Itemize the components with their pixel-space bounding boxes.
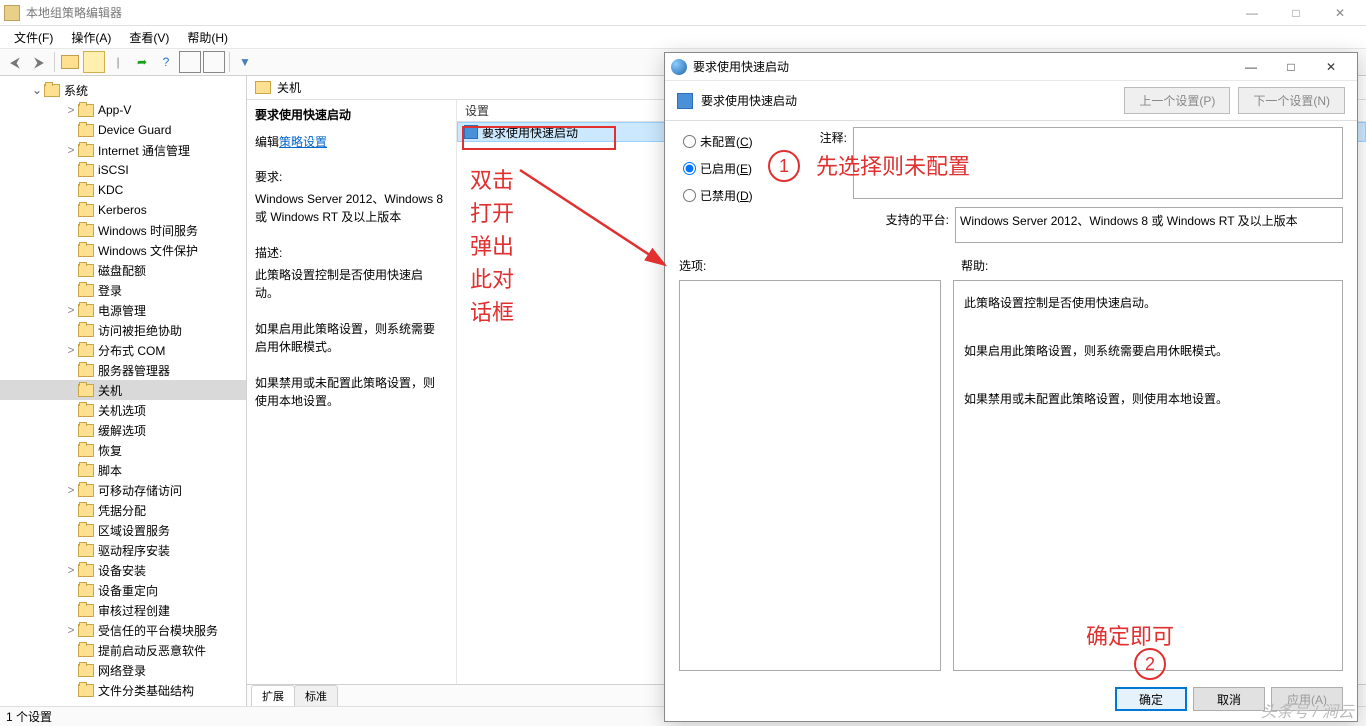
tree-item[interactable]: Kerberos <box>0 200 246 220</box>
description-column: 要求使用快速启动 编辑策略设置 要求: Windows Server 2012、… <box>247 100 457 684</box>
tree-item[interactable]: iSCSI <box>0 160 246 180</box>
tree-list[interactable]: ⌄系统>App-VDevice Guard>Internet 通信管理iSCSI… <box>0 76 246 706</box>
dialog-maximize[interactable]: □ <box>1271 54 1311 80</box>
tree-item[interactable]: 区域设置服务 <box>0 520 246 540</box>
radio-disabled[interactable]: 已禁用(D) <box>683 187 779 204</box>
radio-enabled[interactable]: 已启用(E) <box>683 160 779 177</box>
edit-line: 编辑策略设置 <box>255 133 446 150</box>
tree-item[interactable]: 提前启动反恶意软件 <box>0 640 246 660</box>
dialog-close[interactable]: ✕ <box>1311 54 1351 80</box>
policy-icon <box>464 125 478 139</box>
tree-item[interactable]: 凭据分配 <box>0 500 246 520</box>
tree-item[interactable]: Windows 时间服务 <box>0 220 246 240</box>
tree-item[interactable]: 关机选项 <box>0 400 246 420</box>
tree-pane: ⌄系统>App-VDevice Guard>Internet 通信管理iSCSI… <box>0 76 247 706</box>
policy-list-label: 要求使用快速启动 <box>482 124 578 141</box>
options-box <box>679 280 941 671</box>
tree-item[interactable]: 脚本 <box>0 460 246 480</box>
app-icon <box>4 5 20 21</box>
dialog-header: 要求使用快速启动 上一个设置(P) 下一个设置(N) <box>665 81 1357 121</box>
tree-item[interactable]: 登录 <box>0 280 246 300</box>
dialog-header-title: 要求使用快速启动 <box>701 92 797 109</box>
status-text: 1 个设置 <box>6 708 52 725</box>
tab-extended[interactable]: 扩展 <box>251 685 295 706</box>
policy-title: 要求使用快速启动 <box>255 106 446 123</box>
dialog-titlebar: 要求使用快速启动 — □ ✕ <box>665 53 1357 81</box>
tree-item[interactable]: 缓解选项 <box>0 420 246 440</box>
edit-policy-link[interactable]: 策略设置 <box>279 135 327 149</box>
radio-group: 未配置(C) 已启用(E) 已禁用(D) <box>679 127 779 243</box>
cancel-button[interactable]: 取消 <box>1193 687 1265 711</box>
refresh-button[interactable]: ? <box>155 51 177 73</box>
comment-field[interactable] <box>853 127 1343 199</box>
titlebar: 本地组策略编辑器 — □ ✕ <box>0 0 1366 26</box>
tree-item[interactable]: Windows 文件保护 <box>0 240 246 260</box>
radio-unconfigured[interactable]: 未配置(C) <box>683 133 779 150</box>
tree-item[interactable]: Device Guard <box>0 120 246 140</box>
export-button[interactable]: ➦ <box>131 51 153 73</box>
tree-item[interactable]: 文件分类基础结构 <box>0 680 246 700</box>
dialog-title: 要求使用快速启动 <box>693 58 789 75</box>
content-header-title: 关机 <box>277 79 301 96</box>
policy-dialog: 要求使用快速启动 — □ ✕ 要求使用快速启动 上一个设置(P) 下一个设置(N… <box>664 52 1358 722</box>
tree-item[interactable]: 访问被拒绝协助 <box>0 320 246 340</box>
desc-text: 此策略设置控制是否使用快速启动。 <box>255 266 446 302</box>
desc-p1: 如果启用此策略设置，则系统需要启用休眠模式。 <box>255 320 446 356</box>
tree-item[interactable]: 驱动程序安装 <box>0 540 246 560</box>
comment-label: 注释: <box>799 127 847 199</box>
tree-item[interactable]: 恢复 <box>0 440 246 460</box>
toolbar-sep-icon: | <box>107 51 129 73</box>
close-button[interactable]: ✕ <box>1318 0 1362 26</box>
menu-view[interactable]: 查看(V) <box>121 27 177 48</box>
menu-action[interactable]: 操作(A) <box>63 27 119 48</box>
policy-icon <box>677 93 693 109</box>
dialog-app-icon <box>671 59 687 75</box>
ok-button[interactable]: 确定 <box>1115 687 1187 711</box>
tree-item[interactable]: 审核过程创建 <box>0 600 246 620</box>
tab-standard[interactable]: 标准 <box>294 685 338 706</box>
dialog-minimize[interactable]: — <box>1231 54 1271 80</box>
menubar: 文件(F) 操作(A) 查看(V) 帮助(H) <box>0 26 1366 48</box>
tree-item[interactable]: 网络登录 <box>0 660 246 680</box>
tree-root[interactable]: ⌄系统 <box>0 80 246 100</box>
filter-button[interactable]: ▼ <box>234 51 256 73</box>
tree-item[interactable]: 设备重定向 <box>0 580 246 600</box>
platform-field: Windows Server 2012、Windows 8 或 Windows … <box>955 207 1343 243</box>
menu-help[interactable]: 帮助(H) <box>179 27 236 48</box>
req-label: 要求: <box>255 168 446 186</box>
help-label: 帮助: <box>961 257 1343 274</box>
toolbar-btn-2[interactable] <box>83 51 105 73</box>
desc-p2: 如果禁用或未配置此策略设置，则使用本地设置。 <box>255 374 446 410</box>
tree-item[interactable]: >受信任的平台模块服务 <box>0 620 246 640</box>
tree-item[interactable]: KDC <box>0 180 246 200</box>
tree-item[interactable]: >可移动存储访问 <box>0 480 246 500</box>
prev-setting-button[interactable]: 上一个设置(P) <box>1124 87 1230 114</box>
tree-item[interactable]: 服务器管理器 <box>0 360 246 380</box>
tree-item[interactable]: 磁盘配额 <box>0 260 246 280</box>
menu-file[interactable]: 文件(F) <box>6 27 61 48</box>
tree-item[interactable]: >Internet 通信管理 <box>0 140 246 160</box>
apply-button[interactable]: 应用(A) <box>1271 687 1343 711</box>
tree-item[interactable]: >App-V <box>0 100 246 120</box>
desc-label: 描述: <box>255 244 446 262</box>
minimize-button[interactable]: — <box>1230 0 1274 26</box>
window-title: 本地组策略编辑器 <box>26 4 1230 21</box>
help-box: 此策略设置控制是否使用快速启动。 如果启用此策略设置，则系统需要启用休眠模式。 … <box>953 280 1343 671</box>
up-button[interactable] <box>59 51 81 73</box>
options-label: 选项: <box>679 257 941 274</box>
back-button[interactable]: ⮜ <box>4 51 26 73</box>
dialog-buttons: 确定 取消 应用(A) <box>665 677 1357 721</box>
forward-button[interactable]: ⮞ <box>28 51 50 73</box>
tree-item[interactable]: >分布式 COM <box>0 340 246 360</box>
tree-item[interactable]: 关机 <box>0 380 246 400</box>
tree-item[interactable]: >设备安装 <box>0 560 246 580</box>
tree-item[interactable]: >电源管理 <box>0 300 246 320</box>
folder-icon <box>255 81 271 94</box>
maximize-button[interactable]: □ <box>1274 0 1318 26</box>
next-setting-button[interactable]: 下一个设置(N) <box>1238 87 1345 114</box>
platform-label: 支持的平台: <box>799 207 949 243</box>
toolbar-btn-6[interactable] <box>203 51 225 73</box>
toolbar-btn-5[interactable] <box>179 51 201 73</box>
req-text: Windows Server 2012、Windows 8 或 Windows … <box>255 190 446 226</box>
